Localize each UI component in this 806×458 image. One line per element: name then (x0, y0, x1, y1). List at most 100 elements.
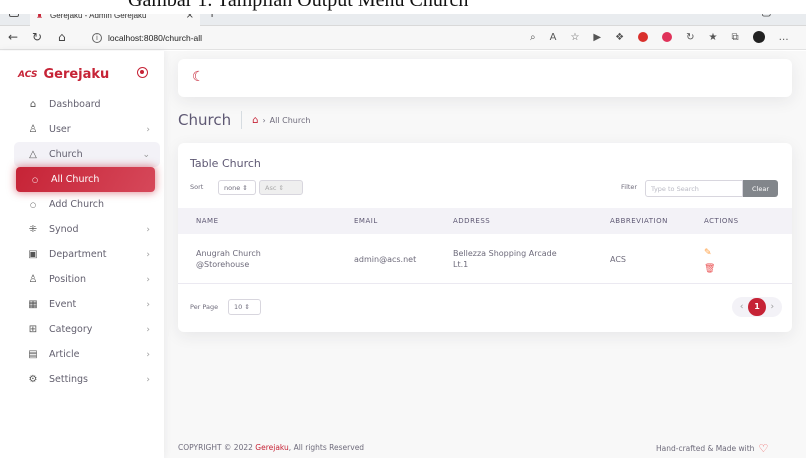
page-number-button[interactable]: 1 (748, 298, 766, 316)
profile-icon[interactable] (752, 31, 765, 43)
column-header-email[interactable]: EMAIL (354, 217, 378, 225)
circle-icon: ○ (29, 200, 37, 209)
moon-icon[interactable]: ☾ (192, 69, 205, 85)
refresh-ext-icon[interactable]: ↻ (686, 32, 694, 43)
home-browser-icon[interactable]: ⌂ (58, 30, 66, 44)
heart-icon: ♡ (758, 442, 769, 455)
sidebar-item-label: User (49, 124, 71, 135)
gear-icon: ⚙ (28, 374, 38, 385)
sidebar-item-label: All Church (51, 174, 100, 185)
column-header-actions: ACTIONS (704, 217, 739, 225)
triangle-icon: △ (29, 149, 37, 160)
chevron-left-icon[interactable]: ‹ (735, 300, 748, 314)
favorite-add-icon[interactable]: ☆ (570, 32, 579, 43)
footer-credit: Hand-crafted & Made with ♡ (656, 442, 769, 455)
sidebar-item-label: Dashboard (49, 99, 101, 110)
chevron-right-icon: › (146, 374, 150, 385)
sort-order-select[interactable]: Asc ⇕ (259, 180, 303, 195)
browser-address-bar: ← ↻ ⌂ i localhost:8080/church-all ⌕ A ☆ … (0, 26, 806, 50)
chevron-right-icon: › (146, 224, 150, 235)
chevron-right-icon: › (146, 274, 150, 285)
sidebar-item-event[interactable]: ▦ Event › (14, 292, 160, 317)
calendar-icon: ▦ (28, 299, 38, 310)
info-icon[interactable]: i (92, 33, 102, 43)
church-table-card: Table Church Sort none ⇕ Asc ⇕ Filter Cl… (178, 143, 792, 332)
select-arrows-icon: ⇕ (278, 183, 284, 192)
per-page-label: Per Page (190, 303, 219, 311)
sidebar-item-position[interactable]: ♙ Position › (14, 267, 160, 292)
more-icon[interactable]: … (779, 32, 789, 43)
sidebar-item-label: Department (49, 249, 107, 260)
synod-icon: ⁜ (28, 224, 38, 235)
column-header-name[interactable]: NAME (196, 217, 219, 225)
column-header-address[interactable]: ADDRESS (453, 217, 490, 225)
refresh-icon[interactable]: ↻ (32, 30, 42, 44)
breadcrumb: ⌂ › All Church (242, 115, 310, 126)
column-header-abbreviation[interactable]: ABBREVIATION (610, 217, 668, 225)
brand[interactable]: ACS Gerejaku (18, 67, 109, 82)
select-arrows-icon: ⇕ (242, 183, 248, 192)
sidebar-item-label: Article (49, 349, 80, 360)
breadcrumb-current: All Church (269, 115, 311, 125)
sidebar-item-department[interactable]: ▣ Department › (14, 242, 160, 267)
extension-icon[interactable]: ❖ (615, 32, 624, 43)
chevron-right-icon: › (146, 249, 150, 260)
select-arrows-icon: ⇕ (244, 303, 250, 311)
cell-email: admin@acs.net (354, 255, 417, 264)
search-input[interactable] (645, 180, 743, 197)
figure-caption: Gambar 1. Tampilan Output Menu Church (0, 0, 806, 14)
sidebar-menu: ⌂ Dashboard ♙ User › △ Church ⌄ ○ All Ch… (14, 92, 160, 392)
page-title: Church (178, 111, 243, 129)
read-aloud-icon[interactable]: A (550, 32, 557, 43)
table-row: Anugrah Church @Storehouse admin@acs.net… (178, 234, 792, 284)
back-icon[interactable]: ← (8, 30, 18, 44)
sidebar-item-user[interactable]: ♙ User › (14, 117, 160, 142)
url-field[interactable]: i localhost:8080/church-all (92, 29, 522, 47)
copyright: COPYRIGHT © 2022 Gerejaku, All rights Re… (178, 443, 365, 452)
brand-logo-icon: ACS (18, 69, 38, 80)
url-text[interactable]: localhost:8080/church-all (108, 33, 202, 43)
sidebar-item-article[interactable]: ▤ Article › (14, 342, 160, 367)
sidebar-item-label: Event (49, 299, 77, 310)
sidebar-item-add-church[interactable]: ○ Add Church (14, 192, 160, 217)
sidebar-toggle-icon[interactable] (137, 67, 148, 78)
home-icon: ⌂ (29, 99, 37, 110)
edit-icon[interactable]: ✎ (704, 248, 712, 258)
chevron-down-icon: ⌄ (142, 149, 150, 160)
sidebar-item-label: Church (49, 149, 83, 160)
page-header: Church ⌂ › All Church (178, 111, 310, 129)
sidebar-item-all-church[interactable]: ○ All Church (16, 167, 155, 192)
trash-icon[interactable]: 🗑 (704, 264, 715, 274)
extension-pink-icon[interactable] (662, 32, 673, 42)
home-icon[interactable]: ⌂ (252, 115, 258, 126)
sidebar-item-category[interactable]: ⊞ Category › (14, 317, 160, 342)
user-icon: ♙ (28, 124, 38, 135)
play-icon[interactable]: ▶ (593, 32, 601, 43)
favorites-icon[interactable]: ★ (708, 32, 717, 43)
position-icon: ♙ (28, 274, 38, 285)
extension-red-icon[interactable] (638, 32, 649, 42)
sidebar-item-church[interactable]: △ Church ⌄ (14, 142, 160, 167)
sort-field-select[interactable]: none ⇕ (218, 180, 256, 195)
sidebar-item-label: Settings (49, 374, 88, 385)
grid-icon: ⊞ (28, 324, 38, 335)
cell-abbreviation: ACS (610, 255, 626, 264)
chevron-right-icon: › (146, 349, 150, 360)
sidebar-item-synod[interactable]: ⁜ Synod › (14, 217, 160, 242)
chevron-right-icon: › (146, 324, 150, 335)
cell-name: Anugrah Church @Storehouse (196, 249, 261, 269)
per-page-select[interactable]: 10 ⇕ (228, 299, 261, 315)
sidebar-item-settings[interactable]: ⚙ Settings › (14, 367, 160, 392)
toolbar-icons: ⌕ A ☆ ▶ ❖ ↻ ★ ⧉ … (530, 31, 789, 43)
circle-icon: ○ (31, 175, 39, 184)
collections-icon[interactable]: ⧉ (731, 32, 738, 43)
chevron-right-icon: › (146, 299, 150, 310)
search-page-icon[interactable]: ⌕ (530, 32, 536, 43)
clear-button[interactable]: Clear (743, 180, 778, 197)
sidebar-item-label: Position (49, 274, 86, 285)
pagination: ‹ 1 › (732, 297, 782, 317)
copyright-brand-link[interactable]: Gerejaku (255, 443, 289, 452)
sidebar-item-dashboard[interactable]: ⌂ Dashboard (14, 92, 160, 117)
chevron-right-icon[interactable]: › (766, 300, 779, 314)
chevron-right-icon: › (146, 124, 150, 135)
